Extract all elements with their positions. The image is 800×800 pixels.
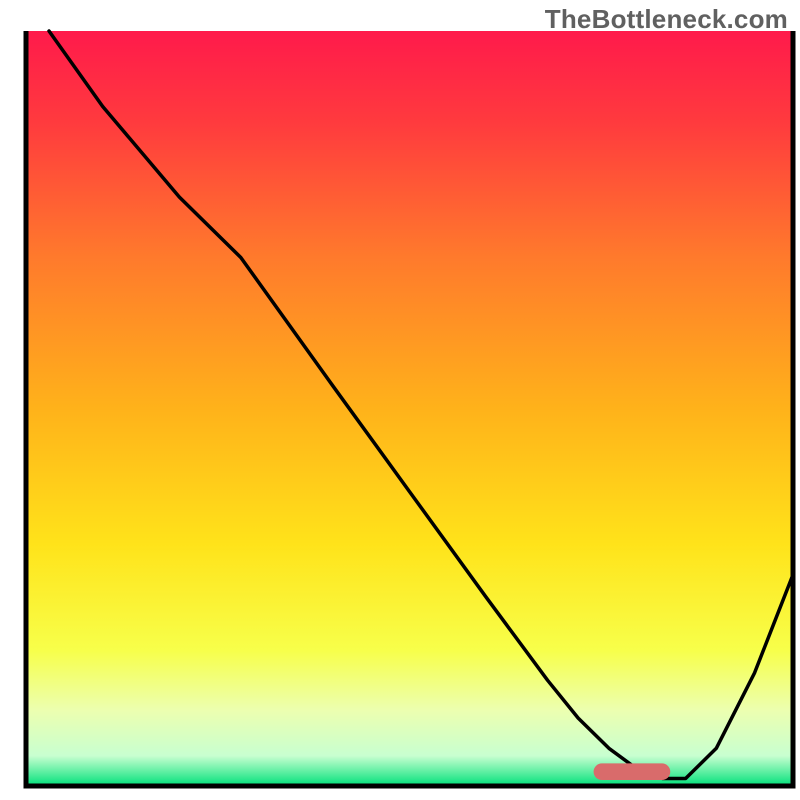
plot-gradient-background xyxy=(26,31,793,786)
chart-container: TheBottleneck.com xyxy=(0,0,800,800)
watermark-text: TheBottleneck.com xyxy=(545,4,788,35)
optimal-range-marker xyxy=(594,763,671,780)
bottleneck-chart xyxy=(0,0,800,800)
